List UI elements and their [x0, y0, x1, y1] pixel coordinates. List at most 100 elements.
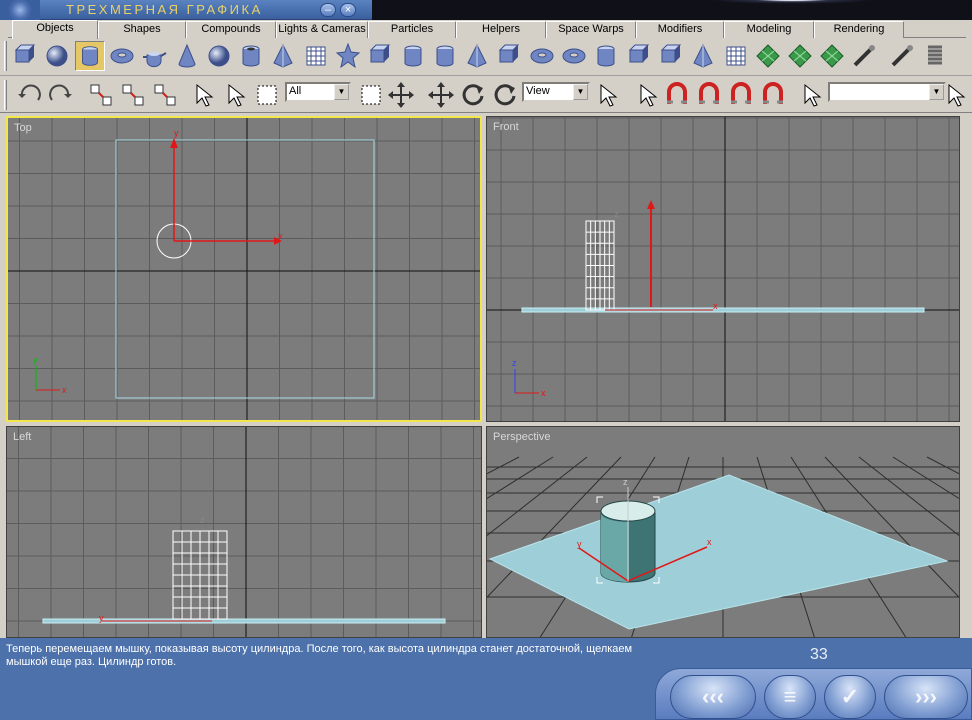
oiltank-icon[interactable]: [430, 41, 460, 71]
viewport-front[interactable]: x z x z Front: [486, 116, 960, 422]
front-viewport-canvas[interactable]: x z x z: [487, 117, 959, 421]
forward-arrows-icon: ›››: [915, 684, 937, 709]
gizmo-label-y-left: y: [99, 613, 104, 623]
torus-icon[interactable]: [107, 41, 137, 71]
selection-filter-dropdown[interactable]: All ▼: [285, 82, 351, 102]
tab-bar: Objects Shapes Compounds Lights & Cameras Pa…: [8, 20, 966, 39]
tri-patch-icon[interactable]: [753, 41, 783, 71]
coord-system-value: View: [526, 85, 550, 97]
chevron-down-icon[interactable]: ▼: [334, 84, 349, 100]
scale-icon[interactable]: [490, 80, 520, 110]
undo-icon[interactable]: [14, 80, 44, 110]
axis-label-x: x: [541, 388, 546, 398]
prism-icon[interactable]: [688, 41, 718, 71]
mirror2-icon[interactable]: [940, 80, 970, 110]
bone-icon[interactable]: [850, 41, 880, 71]
mirror-icon[interactable]: [632, 80, 662, 110]
tab-lights-cameras[interactable]: Lights & Cameras: [276, 21, 368, 38]
redo-icon[interactable]: [46, 80, 76, 110]
move-gizmo-icon[interactable]: [386, 80, 416, 110]
ringwave-icon[interactable]: [559, 41, 589, 71]
viewport-perspective[interactable]: x y z Perspective: [486, 426, 960, 638]
tab-rendering[interactable]: Rendering: [814, 21, 904, 38]
left-viewport-canvas[interactable]: yz: [7, 427, 481, 637]
close-icon[interactable]: ×: [340, 3, 356, 17]
named-selection-icon[interactable]: [796, 80, 826, 110]
reference-coord-dropdown[interactable]: View ▼: [522, 82, 590, 102]
geosphere-icon[interactable]: [204, 41, 234, 71]
viewport-label-left[interactable]: Left: [13, 431, 31, 443]
lesson-navigation: ‹‹‹ ≡ ✓ ›››: [655, 668, 972, 720]
contents-button[interactable]: ≡: [764, 675, 816, 719]
unlink-icon[interactable]: [118, 80, 148, 110]
lesson-panel: Теперь перемещаем мышку, показывая высот…: [0, 638, 972, 720]
tab-shapes[interactable]: Shapes: [98, 21, 186, 38]
percent-snap-icon[interactable]: [726, 80, 756, 110]
link-icon[interactable]: [86, 80, 116, 110]
tab-modeling[interactable]: Modeling: [724, 21, 814, 38]
perspective-plane: [488, 474, 949, 630]
gengon-icon[interactable]: [494, 41, 524, 71]
tube-icon[interactable]: [236, 41, 266, 71]
perspective-viewport-canvas[interactable]: x y z: [487, 427, 959, 637]
tab-space-warps[interactable]: Space Warps: [546, 21, 636, 38]
nurbs-surface-cv-icon[interactable]: [817, 41, 847, 71]
named-selection-dropdown[interactable]: ▼: [828, 82, 946, 102]
gizmo-label-z-front: z: [614, 209, 619, 219]
toolbar-grip[interactable]: [4, 41, 7, 71]
viewport-left[interactable]: yz Left: [6, 426, 482, 638]
tab-compounds[interactable]: Compounds: [186, 21, 276, 38]
teapot-icon[interactable]: [139, 41, 169, 71]
viewport-top[interactable]: x y x y Top: [6, 116, 482, 422]
forward-button[interactable]: ›››: [884, 675, 968, 719]
pyramid-icon[interactable]: [268, 41, 298, 71]
star-icon[interactable]: [333, 41, 363, 71]
snap3-icon[interactable]: [662, 80, 692, 110]
axis-label-z: z: [512, 358, 517, 368]
rect-region-icon[interactable]: [252, 80, 282, 110]
window-crossing-icon[interactable]: [356, 80, 386, 110]
chamferbox-icon[interactable]: [365, 41, 395, 71]
angle-snap-icon[interactable]: [694, 80, 724, 110]
title-bar: ТРЕХМЕРНАЯ ГРАФИКА – ×: [0, 0, 972, 20]
spinner-snap-icon[interactable]: [758, 80, 788, 110]
l-ext-icon[interactable]: [624, 41, 654, 71]
patch-grid-icon[interactable]: [721, 41, 751, 71]
toolbar-grip[interactable]: [4, 80, 7, 110]
camera-icon[interactable]: [888, 41, 918, 71]
c-ext-icon[interactable]: [656, 41, 686, 71]
header-decoration-image: [372, 0, 972, 20]
plane-grid-icon[interactable]: [301, 41, 331, 71]
viewport-label-top[interactable]: Top: [14, 122, 32, 134]
select-icon[interactable]: [188, 80, 218, 110]
tab-helpers[interactable]: Helpers: [456, 21, 546, 38]
cylinder-icon[interactable]: [75, 41, 105, 71]
tab-modifiers[interactable]: Modifiers: [636, 21, 724, 38]
viewport-label-perspective[interactable]: Perspective: [493, 431, 550, 443]
capsule-icon[interactable]: [398, 41, 428, 71]
bind-spacewarp-icon[interactable]: [150, 80, 180, 110]
nurbs-surface-icon[interactable]: [785, 41, 815, 71]
viewport-label-front[interactable]: Front: [493, 121, 519, 133]
hedra-icon[interactable]: [462, 41, 492, 71]
tab-particles[interactable]: Particles: [368, 21, 456, 38]
axis-label-y: y: [33, 355, 38, 365]
chevron-down-icon[interactable]: ▼: [573, 84, 588, 100]
gizmo-label-x-persp: x: [707, 537, 712, 547]
top-viewport-canvas[interactable]: x y x y: [8, 118, 480, 420]
axis-label-x: x: [62, 385, 67, 395]
sphere-icon[interactable]: [42, 41, 72, 71]
minimize-icon[interactable]: –: [320, 3, 336, 17]
torusknot-icon[interactable]: [527, 41, 557, 71]
rotate-icon[interactable]: [458, 80, 488, 110]
select-by-name-icon[interactable]: [220, 80, 250, 110]
spindle-icon[interactable]: [591, 41, 621, 71]
spring-icon[interactable]: [920, 41, 950, 71]
back-button[interactable]: ‹‹‹: [670, 675, 756, 719]
move-icon[interactable]: [426, 80, 456, 110]
check-button[interactable]: ✓: [824, 675, 876, 719]
cone-icon[interactable]: [172, 41, 202, 71]
tab-objects[interactable]: Objects: [12, 20, 98, 39]
box-icon[interactable]: [10, 41, 40, 71]
pivot-icon[interactable]: [592, 80, 622, 110]
